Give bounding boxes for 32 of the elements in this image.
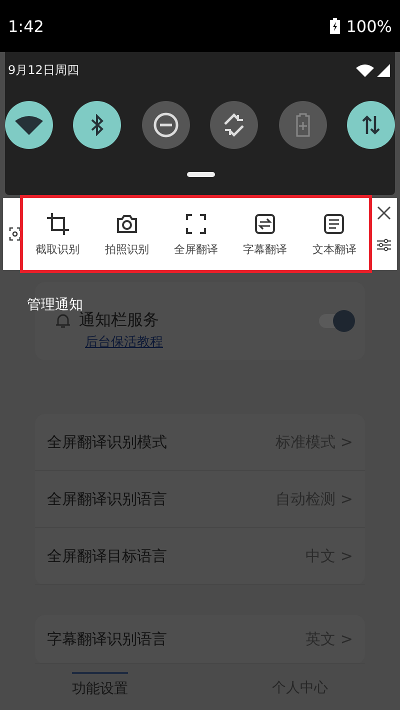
battery-charging-icon [330, 18, 340, 34]
battery-toggle[interactable] [278, 101, 327, 149]
crop-icon [46, 212, 70, 236]
camera-tool-button[interactable]: 拍照识别 [104, 212, 149, 256]
date-text: 9月12日周四 [8, 62, 79, 79]
up-down-arrows-icon [360, 114, 381, 136]
signal-icon [377, 64, 390, 77]
drag-handle[interactable] [187, 172, 215, 177]
keep-alive-link[interactable]: 后台保活教程 [85, 333, 163, 351]
close-icon[interactable] [377, 206, 391, 220]
minus-circle-icon [152, 112, 179, 138]
bluetooth-toggle[interactable] [73, 101, 122, 149]
fullscreen-tool-button[interactable]: 全屏翻译 [174, 212, 218, 256]
data-toggle[interactable] [346, 101, 395, 149]
battery-percent: 100% [346, 16, 392, 36]
clock-time: 1:42 [8, 16, 44, 36]
subtitle-tool-button[interactable]: 字幕翻译 [243, 212, 288, 256]
text-icon [322, 212, 346, 236]
bluetooth-icon [90, 114, 104, 136]
fullscreen-icon [184, 212, 208, 236]
crop-tool-button[interactable]: 截取识别 [36, 212, 80, 256]
scan-icon[interactable] [9, 227, 21, 241]
wifi-toggle[interactable] [5, 101, 53, 149]
dnd-toggle[interactable] [142, 101, 190, 149]
wifi-icon [356, 64, 374, 77]
wifi-icon [15, 115, 43, 135]
sliders-icon[interactable] [377, 238, 391, 252]
bell-icon [55, 312, 71, 328]
rotate-toggle[interactable] [210, 101, 258, 149]
battery-plus-icon [296, 113, 310, 137]
text-tool-button[interactable]: 文本翻译 [312, 212, 356, 256]
subtitle-icon [253, 212, 278, 236]
